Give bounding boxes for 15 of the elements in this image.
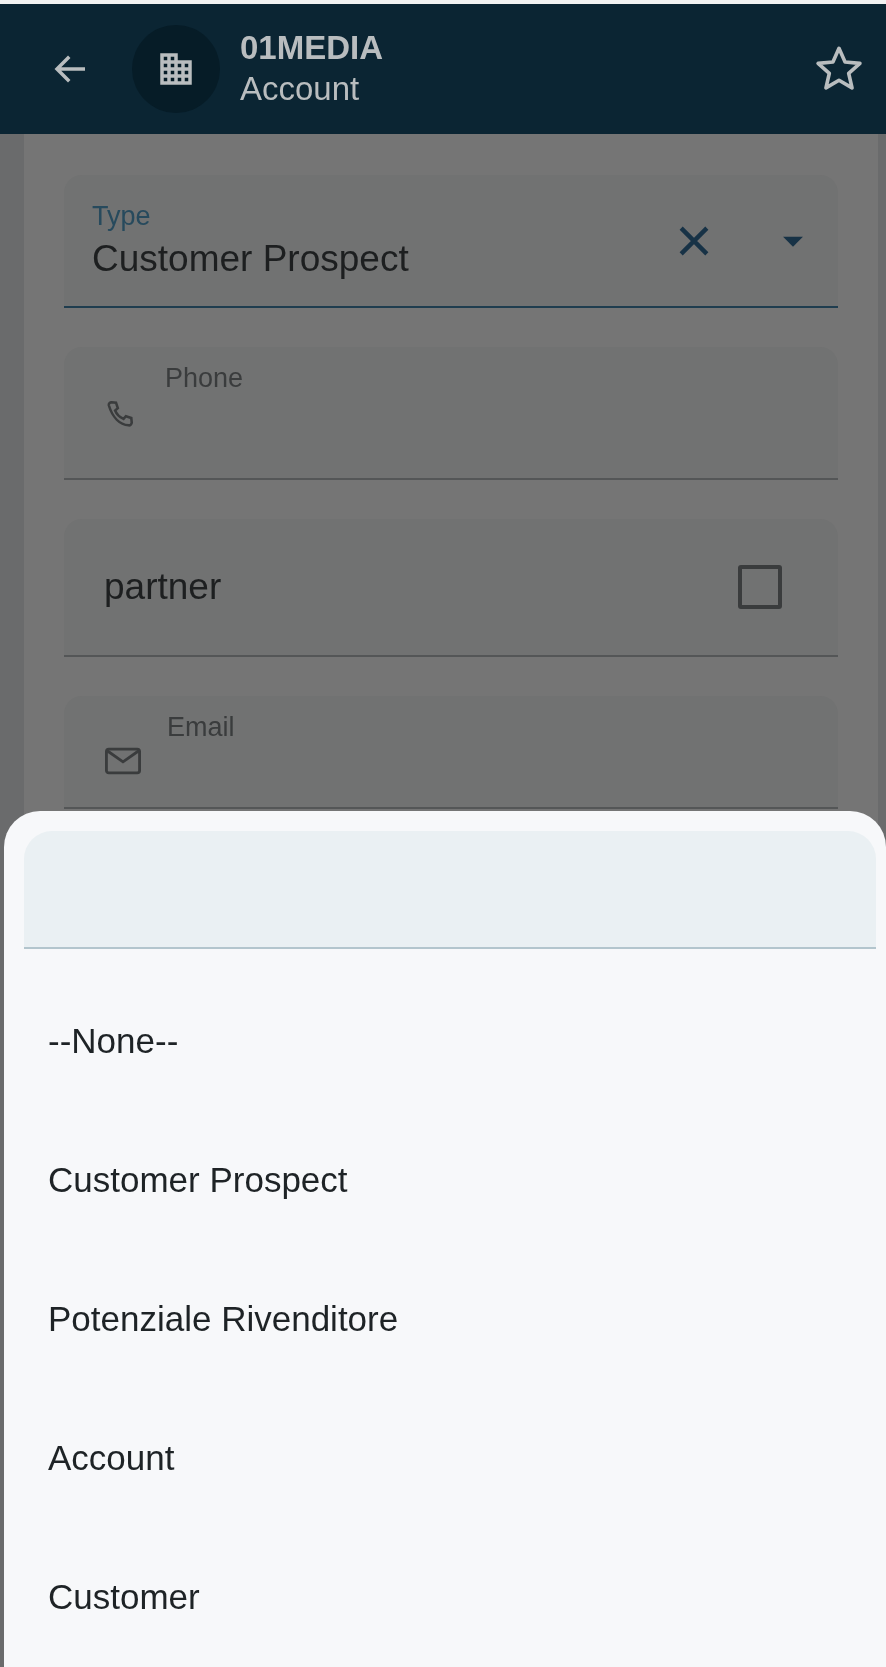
option-item[interactable]: Customer	[24, 1527, 866, 1666]
checkbox-label: partner	[104, 566, 223, 608]
field-label: Phone	[165, 363, 245, 395]
option-item[interactable]: --None--	[24, 971, 866, 1110]
mail-icon	[104, 746, 142, 776]
record-title: 01MEDIA	[240, 28, 385, 68]
field-label: Type	[92, 199, 152, 233]
option-item[interactable]: Potenziale Rivenditore	[24, 1249, 866, 1388]
field-value: Customer Prospect	[92, 236, 410, 281]
option-item[interactable]: Account	[24, 1388, 866, 1527]
field-label: Email	[167, 712, 236, 744]
search-field[interactable]	[24, 831, 876, 949]
checkbox[interactable]	[738, 565, 782, 609]
record-type: Account	[240, 69, 361, 109]
option-item[interactable]: Customer Prospect	[24, 1110, 866, 1249]
